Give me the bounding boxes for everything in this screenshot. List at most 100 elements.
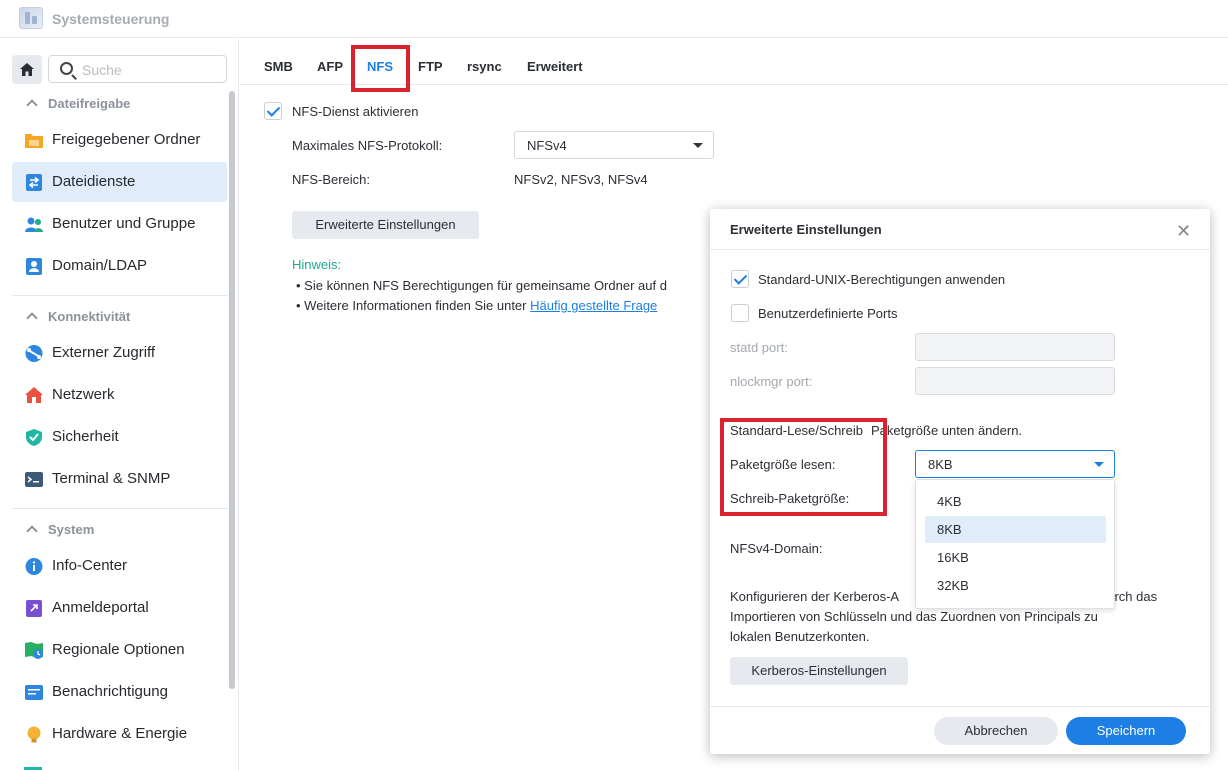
- external-access-icon: [25, 345, 43, 362]
- sidebar-item-info-center[interactable]: Info-Center: [12, 546, 227, 586]
- kerberos-line-1-a: Konfigurieren der Kerberos-A: [730, 589, 900, 604]
- sidebar-item-label: Domain/LDAP: [52, 257, 148, 274]
- section-header-konnektivitaet[interactable]: Konnektivität: [26, 309, 131, 324]
- network-house-icon: [25, 387, 43, 403]
- chevron-up-icon: [26, 99, 38, 111]
- section-label: Konnektivität: [48, 309, 131, 324]
- save-button[interactable]: Speichern: [1066, 717, 1186, 745]
- sidebar: Suche Dateifreigabe Freigegebener Ordner…: [0, 39, 239, 770]
- sidebar-divider: [12, 508, 228, 509]
- caret-down-icon: [693, 143, 703, 148]
- read-size-value: 8KB: [928, 457, 953, 472]
- sidebar-item-label: Sicherheit: [52, 428, 119, 445]
- nfsv4-domain-label: NFSv4-Domain:: [730, 541, 823, 556]
- max-protocol-label: Maximales NFS-Protokoll:: [292, 138, 443, 153]
- rw-size-description-part-2: Paketgröße unten ändern.: [870, 423, 1023, 438]
- chevron-up-icon: [26, 525, 38, 537]
- kerberos-line-3: lokalen Benutzerkonten.: [730, 629, 870, 644]
- dropdown-option-16kb[interactable]: 16KB: [925, 544, 1106, 571]
- sidebar-item-netzwerk[interactable]: Netzwerk: [12, 375, 227, 415]
- kerberos-settings-button[interactable]: Kerberos-Einstellungen: [730, 657, 908, 685]
- custom-ports-label: Benutzerdefinierte Ports: [758, 306, 898, 321]
- max-protocol-select[interactable]: NFSv4: [514, 131, 714, 159]
- section-label: System: [48, 522, 95, 537]
- dropdown-option-4kb[interactable]: 4KB: [925, 488, 1106, 515]
- note-line-1: • Sie können NFS Berechtigungen für geme…: [296, 278, 667, 293]
- nfs-range-label: NFS-Bereich:: [292, 172, 371, 187]
- sidebar-item-anmeldeportal[interactable]: Anmeldeportal: [12, 588, 227, 628]
- chevron-up-icon: [26, 312, 38, 324]
- dialog-footer-divider: [710, 706, 1210, 707]
- nlockmgr-port-label: nlockmgr port:: [730, 374, 813, 389]
- terminal-icon: [25, 472, 43, 487]
- title-bar: Systemsteuerung: [0, 0, 1228, 38]
- sidebar-divider: [12, 295, 228, 296]
- statd-port-input[interactable]: [915, 333, 1115, 361]
- section-header-system[interactable]: System: [26, 522, 95, 537]
- dropdown-option-8kb[interactable]: 8KB: [925, 516, 1106, 543]
- read-size-dropdown-list: 4KB 8KB 16KB 32KB: [915, 479, 1115, 609]
- note-title: Hinweis:: [292, 257, 342, 272]
- sidebar-item-label: Benachrichtigung: [52, 683, 168, 700]
- sidebar-item-benutzer-und-gruppe[interactable]: Benutzer und Gruppe: [12, 204, 227, 244]
- shield-icon: [26, 429, 42, 446]
- nlockmgr-port-input[interactable]: [915, 367, 1115, 395]
- caret-down-icon: [1094, 462, 1104, 467]
- search-icon: [60, 62, 73, 75]
- advanced-settings-button[interactable]: Erweiterte Einstellungen: [292, 211, 479, 239]
- search-input[interactable]: Suche: [48, 55, 227, 83]
- tab-afp[interactable]: AFP: [317, 59, 343, 74]
- domain-ldap-icon: [26, 258, 42, 275]
- home-button[interactable]: [12, 55, 42, 84]
- read-size-select[interactable]: 8KB: [915, 450, 1115, 478]
- sidebar-item-label: Anmeldeportal: [52, 599, 149, 616]
- tab-ftp[interactable]: FTP: [418, 59, 443, 74]
- sidebar-item-terminal-snmp[interactable]: Terminal & SNMP: [12, 459, 227, 499]
- sidebar-item-regionale-optionen[interactable]: Regionale Optionen: [12, 630, 227, 670]
- sidebar-item-sicherheit[interactable]: Sicherheit: [12, 417, 227, 457]
- tab-rsync[interactable]: rsync: [467, 59, 502, 74]
- file-services-icon: [26, 174, 42, 191]
- sidebar-item-label: Netzwerk: [52, 386, 115, 403]
- window-title: Systemsteuerung: [52, 11, 170, 27]
- sidebar-item-freigegebener-ordner[interactable]: Freigegebener Ordner: [12, 120, 227, 160]
- section-label: Dateifreigabe: [48, 96, 131, 111]
- sidebar-item-label: Externer Zugriff: [52, 344, 156, 361]
- dialog-divider: [710, 249, 1210, 250]
- sidebar-scrollbar[interactable]: [229, 91, 235, 689]
- sidebar-item-dateidienste[interactable]: Dateidienste: [12, 162, 227, 202]
- faq-link[interactable]: Häufig gestellte Frage: [530, 298, 657, 313]
- search-placeholder: Suche: [82, 62, 122, 78]
- sidebar-item-label: Freigegebener Ordner: [52, 131, 201, 148]
- note-line-2-text: • Weitere Informationen finden Sie unter: [296, 298, 531, 313]
- custom-ports-checkbox[interactable]: [731, 304, 749, 322]
- tab-erweitert[interactable]: Erweitert: [527, 59, 583, 74]
- sidebar-item-label: Dateidienste: [52, 173, 136, 190]
- user-group-icon: [25, 217, 43, 232]
- highlight-box-packet-size: [720, 418, 887, 516]
- cancel-button[interactable]: Abbrechen: [934, 717, 1058, 745]
- sidebar-item-label: Benutzer und Gruppe: [52, 215, 196, 232]
- folder-icon: [25, 134, 43, 148]
- sidebar-item-externer-zugriff[interactable]: Externer Zugriff: [12, 333, 227, 373]
- sidebar-item-hardware-energie[interactable]: Hardware & Energie: [12, 714, 227, 754]
- sidebar-item-benachrichtigung[interactable]: Benachrichtigung: [12, 672, 227, 712]
- sidebar-item-label: Regionale Optionen: [52, 641, 185, 658]
- sidebar-item-label: Hardware & Energie: [52, 725, 188, 742]
- notification-icon: [25, 685, 43, 700]
- enable-nfs-label: NFS-Dienst aktivieren: [292, 104, 419, 119]
- close-icon[interactable]: ✕: [1176, 221, 1191, 242]
- highlight-box-nfs-tab: [351, 45, 410, 92]
- map-clock-icon: [25, 642, 43, 659]
- control-panel-app-icon: [19, 7, 43, 29]
- section-header-dateifreigabe[interactable]: Dateifreigabe: [26, 96, 131, 111]
- login-portal-icon: [26, 600, 42, 617]
- dialog-title: Erweiterte Einstellungen: [730, 222, 882, 237]
- dropdown-option-32kb[interactable]: 32KB: [925, 572, 1106, 599]
- sidebar-item-domain-ldap[interactable]: Domain/LDAP: [12, 246, 227, 286]
- tab-smb[interactable]: SMB: [264, 59, 293, 74]
- unix-permissions-checkbox[interactable]: [731, 270, 749, 288]
- sidebar-item-label: Info-Center: [52, 557, 128, 574]
- lightbulb-icon: [27, 726, 41, 743]
- enable-nfs-checkbox[interactable]: [264, 102, 282, 120]
